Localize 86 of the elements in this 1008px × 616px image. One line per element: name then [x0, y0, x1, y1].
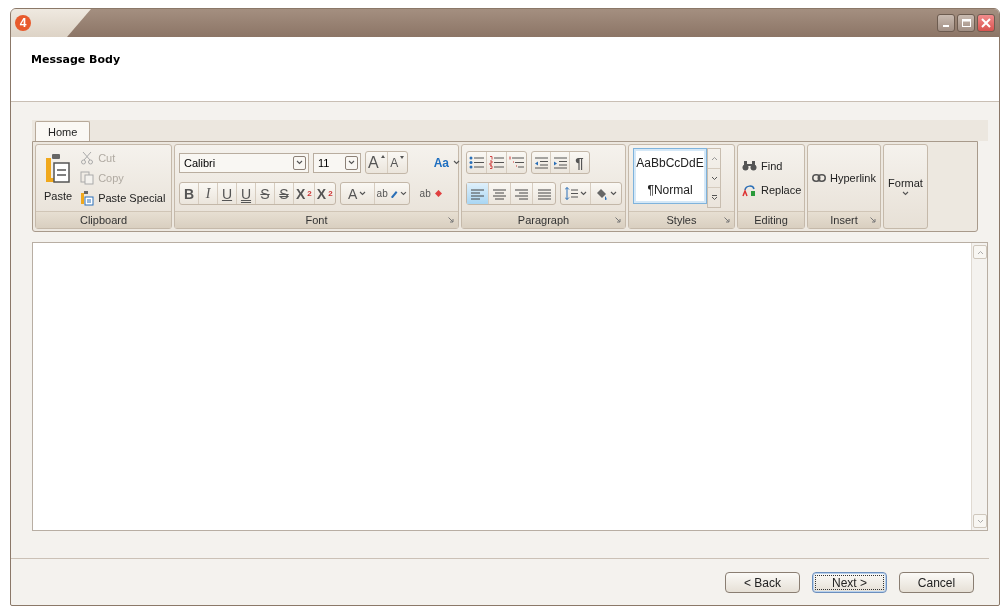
caret-up-icon — [710, 155, 718, 161]
paste-special-button[interactable]: Paste Special — [80, 190, 166, 206]
group-label: Font — [305, 214, 328, 226]
underline-button[interactable]: U — [218, 183, 237, 204]
line-spacing-icon — [564, 187, 578, 200]
caret-icon — [453, 160, 460, 165]
align-left-icon — [470, 186, 485, 201]
caret-icon — [399, 191, 407, 196]
chain-link-icon — [812, 174, 827, 182]
caret-up-icon — [976, 249, 984, 255]
numbered-list-icon — [489, 156, 504, 169]
ribbon-tab[interactable]: Home — [35, 121, 91, 141]
page-title: Message Body — [31, 53, 121, 66]
highlight-button[interactable]: ab — [374, 183, 409, 204]
dialog-button[interactable]: Next > — [812, 572, 887, 593]
close-icon — [981, 18, 991, 28]
shrink-font-button[interactable]: A — [387, 152, 407, 173]
eraser-icon — [434, 190, 442, 197]
numbering-button[interactable] — [487, 152, 507, 173]
caret-icon — [296, 160, 303, 165]
caret-icon — [359, 191, 367, 196]
caret-down-icon — [400, 156, 405, 159]
caret-icon — [348, 160, 355, 165]
copy-icon — [80, 170, 95, 185]
caret-icon — [610, 191, 617, 196]
close-button[interactable] — [977, 14, 995, 32]
minimize-button[interactable] — [937, 14, 955, 32]
multilevel-list-icon — [509, 156, 524, 169]
paste-button[interactable]: Paste — [40, 152, 77, 204]
decrease-indent-button[interactable] — [532, 152, 551, 173]
hyperlink-button[interactable]: Hyperlink — [812, 172, 876, 184]
format-button[interactable]: Format — [888, 177, 923, 196]
bold-button[interactable]: B — [180, 183, 199, 204]
paint-bucket-icon — [595, 187, 608, 200]
align-center-icon — [492, 186, 507, 201]
launcher-icon[interactable] — [615, 217, 621, 223]
grow-font-button[interactable]: A — [366, 152, 388, 173]
group-label: Paragraph — [517, 214, 570, 226]
group-label: Clipboard — [79, 214, 128, 226]
change-case-button[interactable]: Aa — [433, 155, 460, 170]
caret-down-icon — [710, 175, 718, 181]
font-family-dropdown[interactable]: Calibri — [179, 152, 309, 173]
replace-button[interactable]: Replace — [742, 183, 802, 197]
caret-icon — [579, 191, 587, 196]
caret-icon — [902, 191, 909, 196]
find-button[interactable]: Find — [742, 159, 783, 172]
scrollbar[interactable] — [971, 243, 987, 530]
scissors-icon — [80, 150, 95, 165]
caret-down-icon — [976, 518, 984, 524]
binoculars-icon — [742, 160, 757, 171]
clipboard-icon — [45, 154, 72, 184]
style-preview[interactable]: AaBbCcDdE ¶Normal — [633, 148, 707, 204]
app-logo: 4 — [15, 15, 31, 31]
double-underline-button[interactable]: U — [237, 183, 256, 204]
group-label: Styles — [666, 214, 697, 226]
strike-button[interactable]: S — [256, 183, 275, 204]
outdent-icon — [534, 156, 548, 169]
launcher-icon[interactable] — [724, 217, 730, 223]
superscript-button[interactable]: X$^{2}$ — [294, 183, 315, 204]
bullets-button[interactable] — [467, 152, 487, 173]
clipboard-icon — [80, 190, 95, 206]
launcher-icon[interactable] — [870, 217, 876, 223]
maximize-icon — [961, 19, 971, 27]
bullet-list-icon — [469, 156, 484, 169]
marker-icon — [389, 189, 398, 198]
replace-icon — [742, 183, 757, 197]
group-label: Insert — [830, 214, 858, 226]
dialog-button[interactable]: < Back — [725, 572, 800, 593]
maximize-button[interactable] — [957, 14, 975, 32]
increase-indent-button[interactable] — [551, 152, 570, 173]
align-right-icon — [514, 186, 529, 201]
indent-icon — [553, 156, 567, 169]
italic-button[interactable]: I — [199, 183, 218, 204]
font-color-button[interactable]: A — [340, 183, 375, 204]
align-left-button[interactable] — [467, 183, 489, 204]
double-strike-button[interactable]: S — [275, 183, 294, 204]
align-justify-icon — [536, 186, 552, 201]
scroll-down-button[interactable] — [973, 514, 987, 528]
expand-icon — [710, 194, 718, 201]
font-size-dropdown[interactable]: 11 — [313, 152, 361, 173]
scroll-up-button[interactable] — [973, 245, 987, 259]
caret-up-icon — [380, 155, 385, 158]
group-label: Editing — [754, 214, 788, 226]
clear-formatting-button[interactable]: ab — [419, 188, 442, 199]
launcher-icon[interactable] — [448, 217, 454, 223]
dialog-button[interactable]: Cancel — [899, 572, 974, 593]
